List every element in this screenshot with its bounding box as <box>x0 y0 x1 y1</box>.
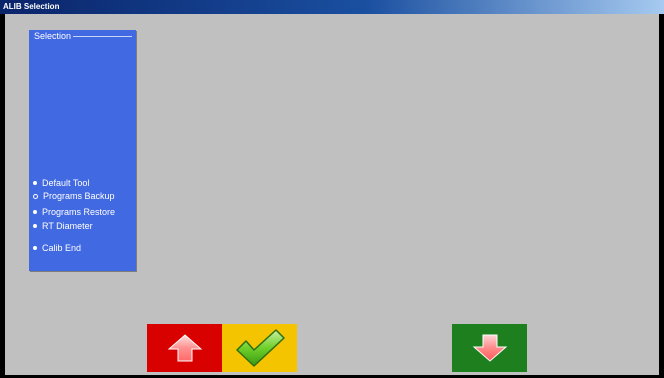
option-label: RT Diameter <box>42 221 93 231</box>
option-label: Default Tool <box>42 178 90 188</box>
radio-selected-icon <box>33 193 38 199</box>
option-calib-end[interactable]: Calib End <box>33 242 81 254</box>
option-label: Programs Backup <box>43 191 115 201</box>
window-title: ALIB Selection <box>3 2 60 11</box>
arrow-down-icon <box>472 334 507 362</box>
selection-title: Selection <box>32 31 74 41</box>
title-bar: ALIB Selection <box>0 0 664 14</box>
option-rt-diameter[interactable]: RT Diameter <box>33 220 93 232</box>
option-programs-restore[interactable]: Programs Restore <box>33 206 115 218</box>
arrow-up-icon <box>167 334 202 362</box>
window-frame-right <box>659 14 664 378</box>
radio-icon <box>33 246 37 250</box>
radio-icon <box>33 224 37 228</box>
option-label: Programs Restore <box>42 207 116 217</box>
radio-icon <box>33 210 37 214</box>
option-default-tool[interactable]: Default Tool <box>33 177 89 189</box>
selection-panel: Selection Default Tool Programs Backup P… <box>29 30 136 271</box>
window-frame-left <box>0 14 5 378</box>
up-button[interactable] <box>147 324 222 372</box>
option-label: Calib End <box>42 243 82 253</box>
confirm-button[interactable] <box>222 324 297 372</box>
option-programs-backup[interactable]: Programs Backup <box>33 190 115 202</box>
radio-icon <box>33 181 37 185</box>
down-button[interactable] <box>452 324 527 372</box>
checkmark-icon <box>235 329 285 367</box>
